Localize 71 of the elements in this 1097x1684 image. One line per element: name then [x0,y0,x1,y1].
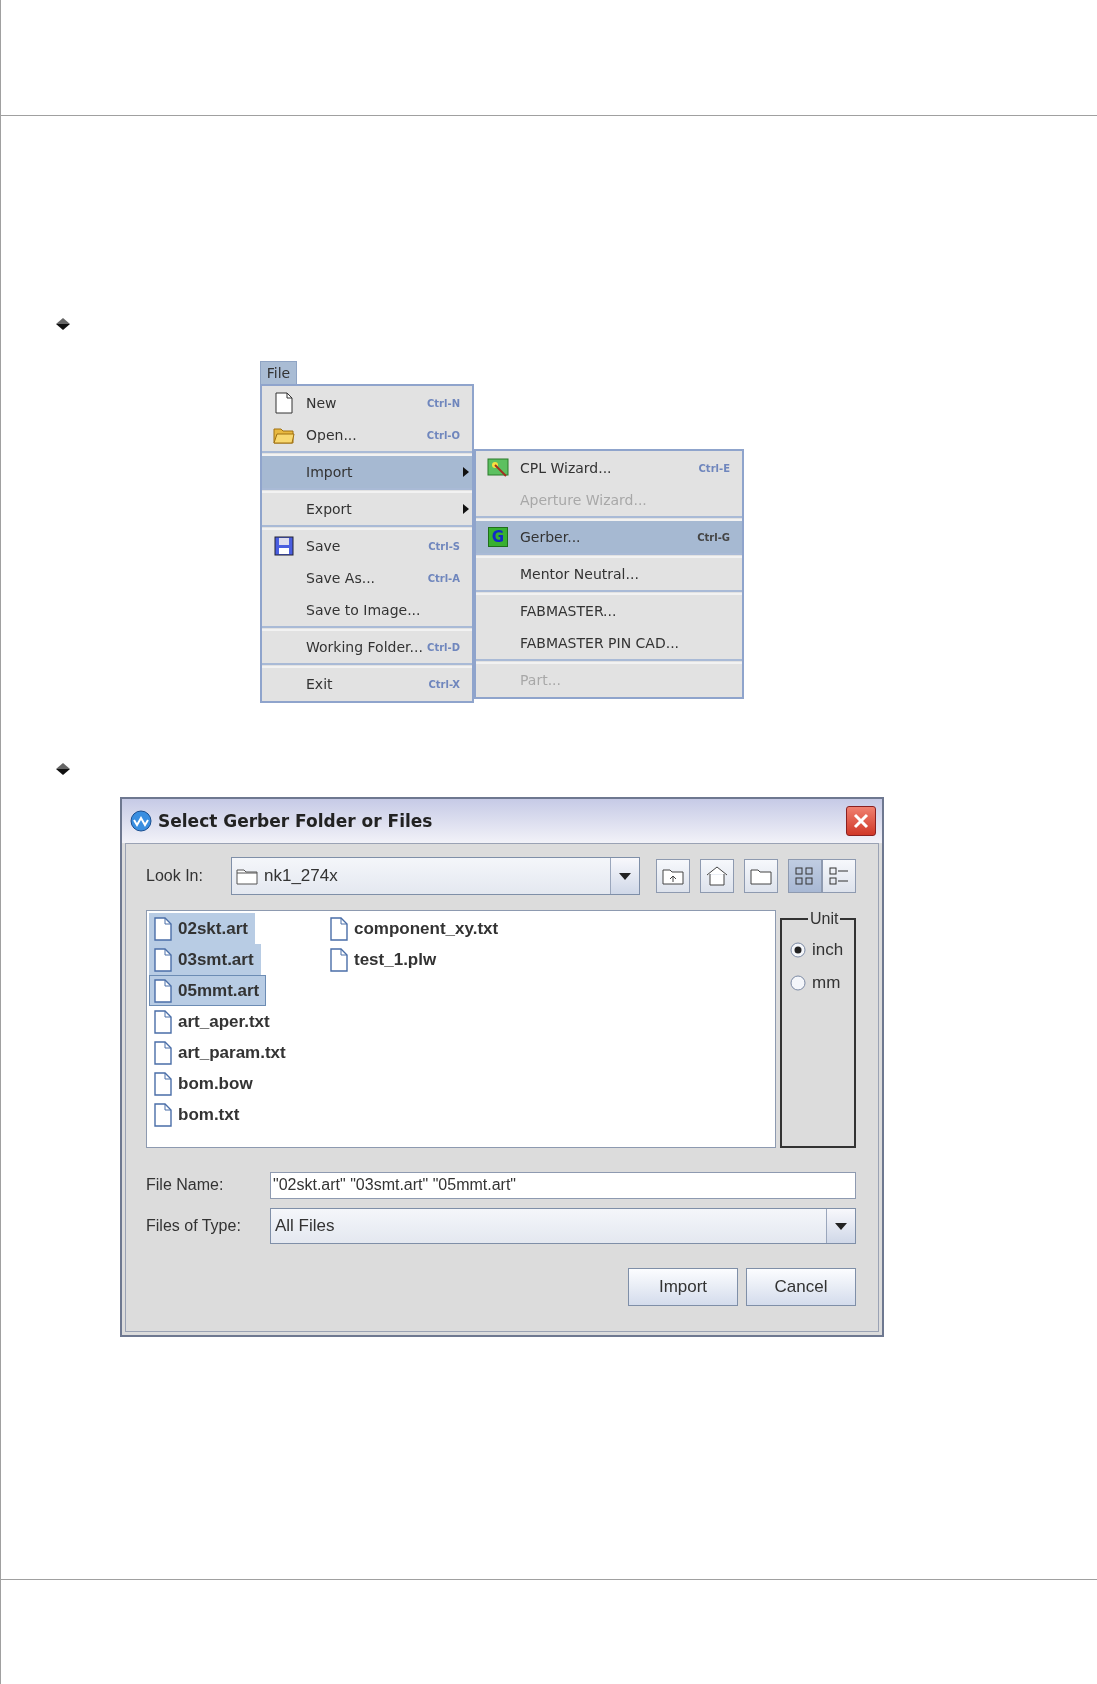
caret-icon [619,872,631,880]
folder-icon [273,426,295,444]
file-icon [154,916,172,941]
import-button[interactable]: Import [628,1268,738,1306]
file-icon [154,947,172,972]
menu-item[interactable]: FABMASTER PIN CAD... [476,627,742,659]
new-folder-button[interactable] [744,859,778,893]
file-icon [154,1009,172,1034]
file-menu-title[interactable]: File [260,361,297,384]
file-icon [154,978,172,1003]
menu-item[interactable]: Save Ctrl-S [262,530,472,562]
file-item[interactable]: art_param.txt [149,1037,293,1068]
file-icon [154,1071,172,1096]
up-folder-button[interactable] [656,859,690,893]
menu-item[interactable]: Save As... Ctrl-A [262,562,472,594]
menu-item[interactable]: Working Folder... Ctrl-D [262,631,472,663]
file-item[interactable]: test_1.plw [325,944,444,975]
list-view-icon [794,865,816,887]
menu-item[interactable]: Open... Ctrl-O [262,419,472,451]
close-icon [853,813,869,829]
menu-item[interactable]: Save to Image... [262,594,472,626]
close-button[interactable] [846,806,876,836]
bullet-icon [56,763,70,775]
menu-item[interactable]: G Gerber... Ctrl-G [476,521,742,553]
home-icon [705,865,729,887]
wizard-icon [487,458,509,478]
file-item[interactable]: 05mmt.art [149,975,267,1006]
gerber-icon: G [488,527,508,547]
home-button[interactable] [700,859,734,893]
details-view-button[interactable] [822,859,856,893]
unit-radio[interactable]: inch [790,940,854,960]
files-of-type-dropdown[interactable]: All Files [270,1208,856,1244]
page-icon [275,392,293,414]
menu-item[interactable]: CPL Wizard... Ctrl-E [476,452,742,484]
file-icon [154,1102,172,1127]
cancel-button[interactable]: Cancel [746,1268,856,1306]
radio-circle-icon [790,975,806,991]
up-folder-icon [661,866,685,886]
menu-item[interactable]: Export [262,493,472,525]
details-view-icon [828,865,850,887]
file-name-field[interactable]: "02skt.art" "03smt.art" "05mmt.art" [270,1171,856,1199]
menu-item[interactable]: Exit Ctrl-X [262,668,472,700]
file-item[interactable]: bom.bow [149,1068,260,1099]
submenu-arrow-icon [463,504,469,514]
file-item[interactable]: component_xy.txt [325,913,506,944]
look-in-label: Look In: [146,867,204,885]
list-view-button[interactable] [788,859,822,893]
file-item[interactable]: 03smt.art [149,944,261,975]
file-icon [330,947,348,972]
radio-circle-icon [790,942,806,958]
app-logo-icon [130,810,152,832]
menu-item[interactable]: Mentor Neutral... [476,558,742,590]
look-in-dropdown[interactable]: nk1_274x [231,857,640,895]
bullet-icon [56,318,70,330]
unit-label: Unit [809,910,840,928]
folder-icon [236,867,258,885]
window-title: Select Gerber Folder or Files [158,811,433,831]
file-item[interactable]: bom.txt [149,1099,247,1130]
file-name-label: File Name: [146,1176,225,1194]
file-item[interactable]: 02skt.art [149,913,255,944]
files-of-type-label: Files of Type: [146,1217,242,1235]
menu-item[interactable]: New Ctrl-N [262,387,472,419]
file-item[interactable]: art_aper.txt [149,1006,277,1037]
file-icon [330,916,348,941]
menu-item[interactable]: FABMASTER... [476,595,742,627]
caret-icon [835,1222,847,1230]
menu-item[interactable]: Import [262,456,472,488]
unit-radio[interactable]: mm [790,973,854,993]
file-icon [154,1040,172,1065]
submenu-arrow-icon [463,467,469,477]
folder-icon [749,866,773,886]
